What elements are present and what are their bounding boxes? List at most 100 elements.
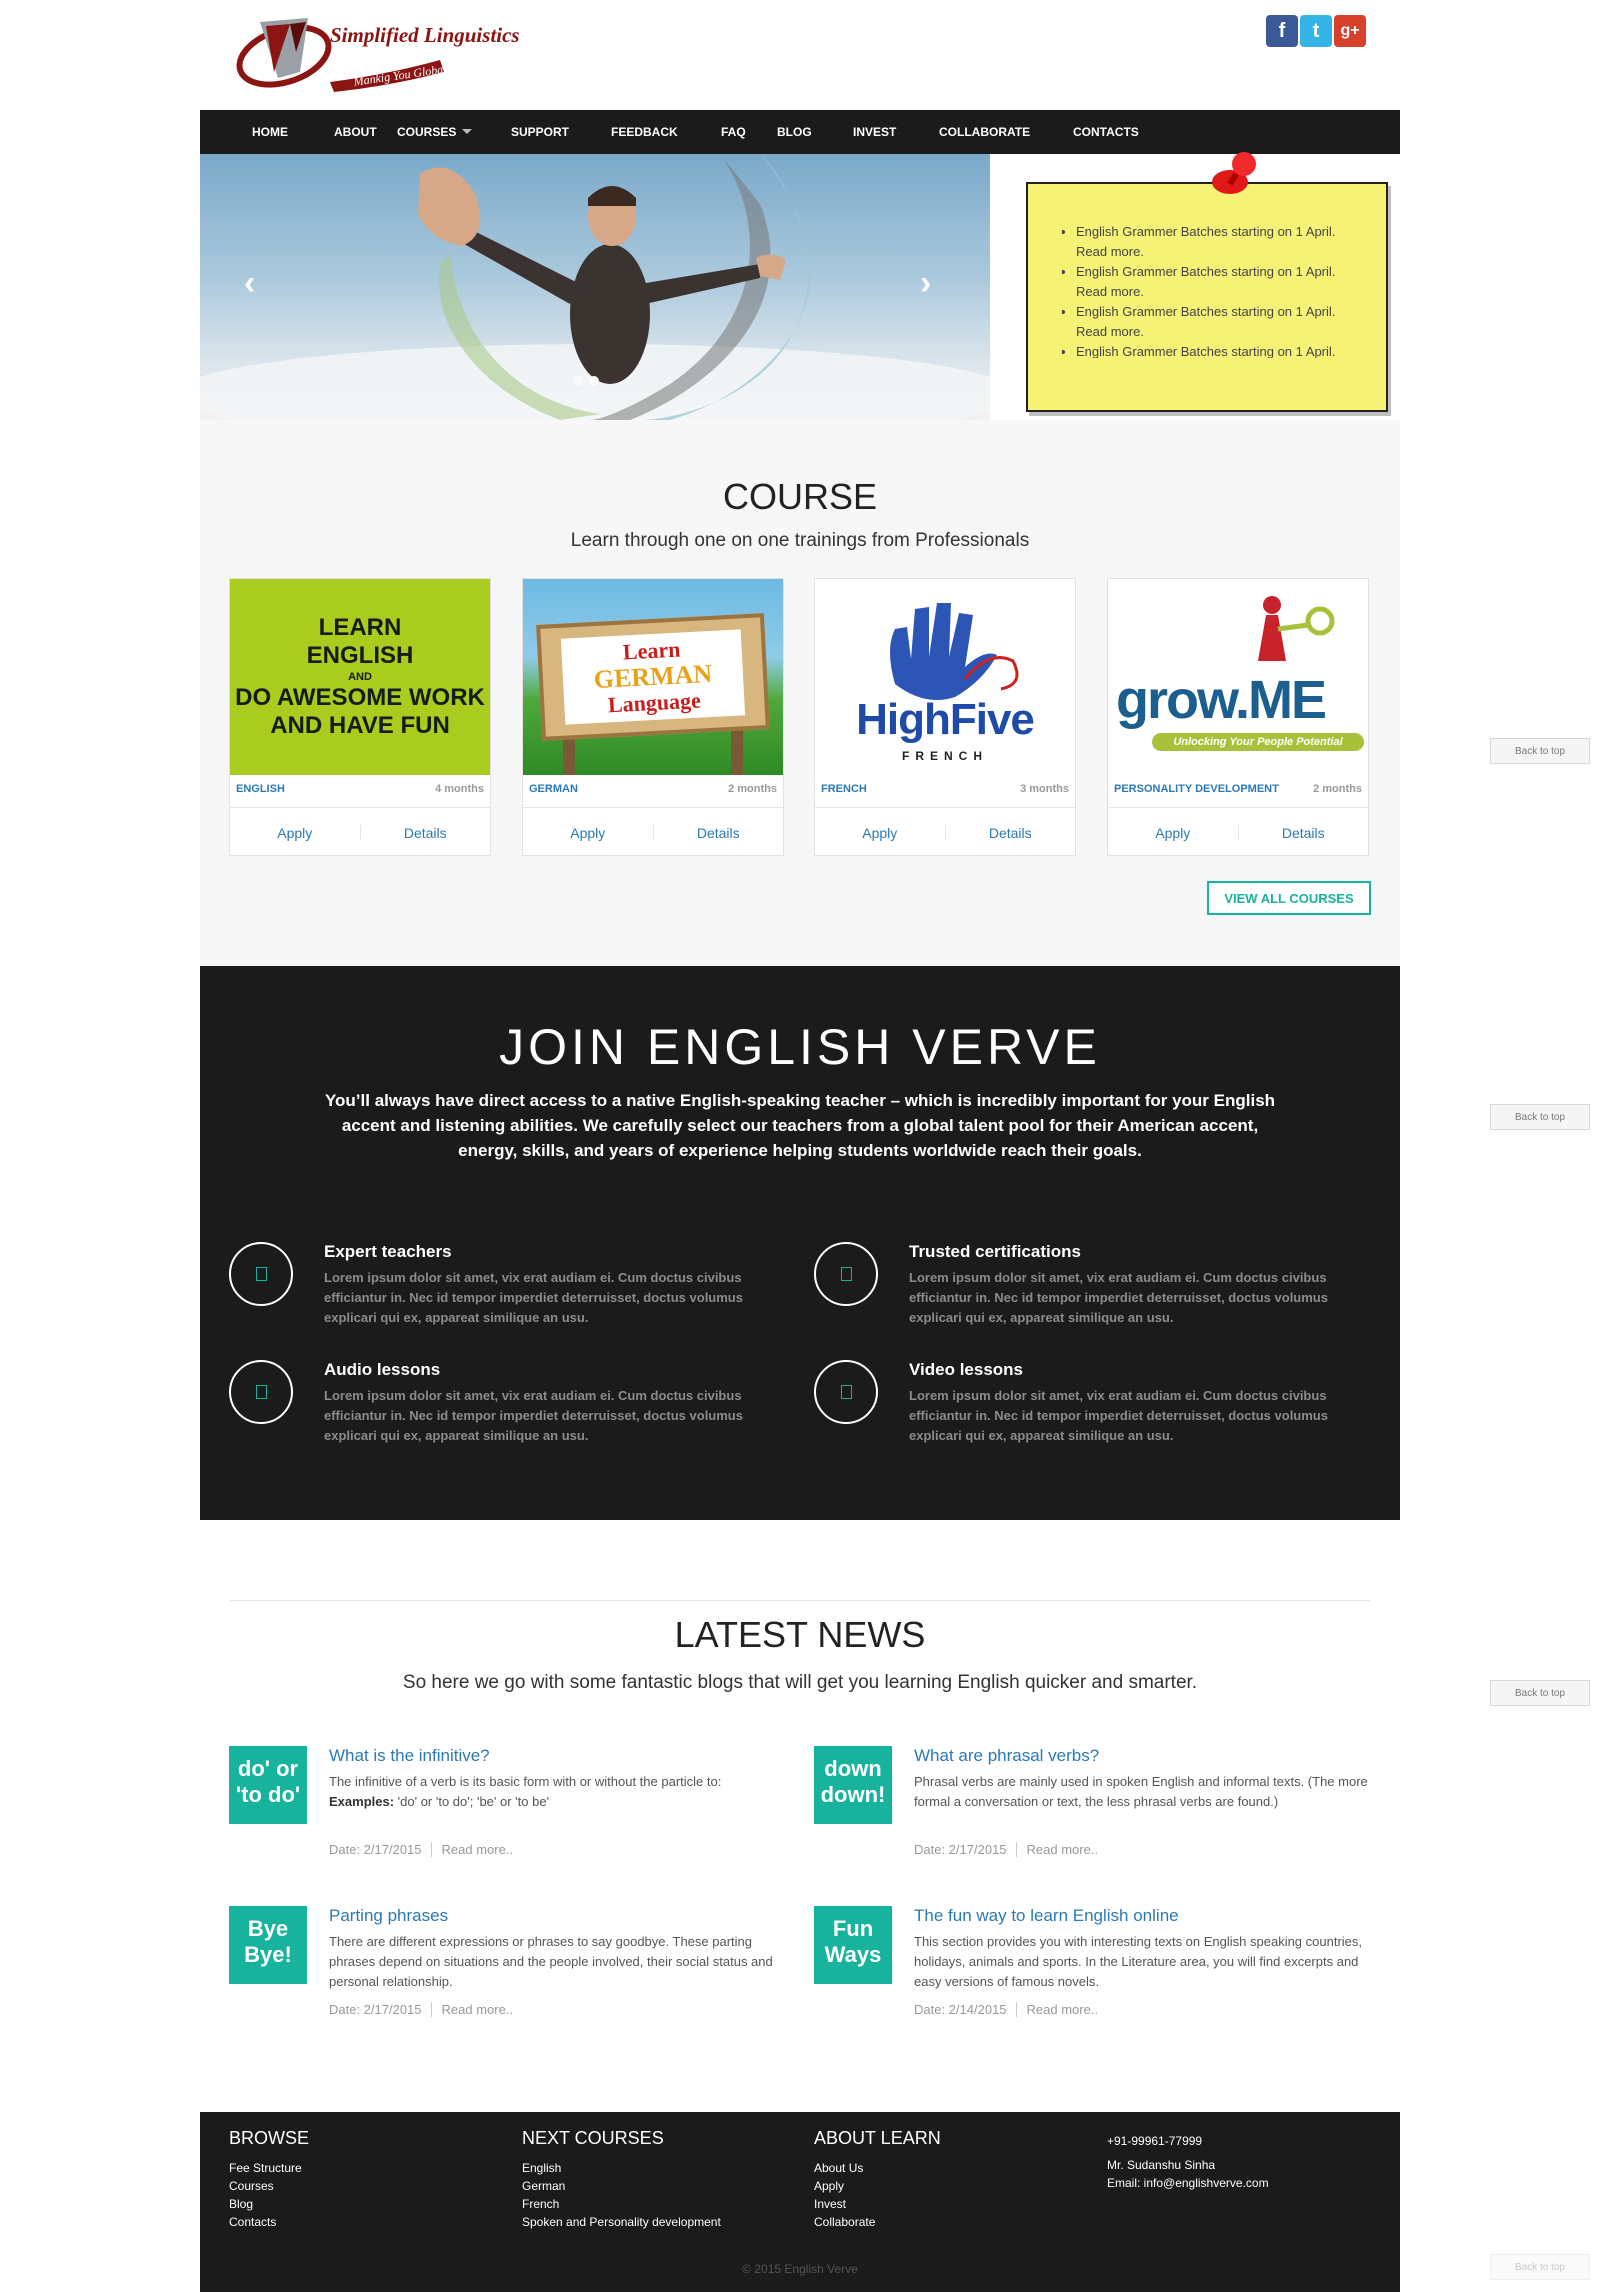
news-title-link[interactable]: Parting phrases — [329, 1906, 448, 1926]
footer-link[interactable]: French — [522, 2195, 721, 2213]
hero-slider[interactable]: ‹ › — [200, 154, 990, 420]
nav-contacts[interactable]: CONTACTS — [1073, 125, 1163, 139]
pushpin-icon — [1212, 152, 1256, 194]
footer-link[interactable]: Fee Structure — [229, 2159, 309, 2177]
course-name[interactable]: FRENCH — [821, 783, 867, 795]
nav-faq[interactable]: FAQ — [721, 125, 777, 139]
news-thumb[interactable]: Bye Bye! — [229, 1906, 307, 1984]
nav-support[interactable]: SUPPORT — [511, 125, 611, 139]
google-plus-icon[interactable]: g+ — [1334, 15, 1366, 47]
footer-link[interactable]: Blog — [229, 2195, 309, 2213]
details-button[interactable]: Details — [1237, 824, 1369, 841]
nav-collaborate[interactable]: COLLABORATE — [939, 125, 1073, 139]
news-item: down down! What are phrasal verbs? Phras… — [814, 1746, 1374, 1886]
footer-browse: BROWSE Fee Structure Courses Blog Contac… — [229, 2128, 309, 2231]
course-thumb[interactable]: Learn GERMAN Language — [523, 579, 783, 775]
feature-text: Lorem ipsum dolor sit amet, vix erat aud… — [909, 1388, 1328, 1443]
notice-item[interactable]: English Grammer Batches starting on 1 Ap… — [1076, 302, 1366, 342]
read-more-link[interactable]: Read more.. — [1015, 2002, 1099, 2017]
course-thumb[interactable]: LEARN ENGLISH AND DO AWESOME WORK AND HA… — [230, 579, 490, 775]
course-actions: Apply Details — [523, 807, 783, 857]
apply-button[interactable]: Apply — [523, 825, 653, 841]
news-item: Bye Bye! Parting phrases There are diffe… — [229, 1906, 789, 2046]
news-excerpt: Phrasal verbs are mainly used in spoken … — [914, 1774, 1368, 1809]
thumb-text: grow. — [1116, 670, 1250, 730]
news-title-link[interactable]: What is the infinitive? — [329, 1746, 490, 1766]
footer-link[interactable]: Contacts — [229, 2213, 309, 2231]
footer-heading: BROWSE — [229, 2128, 310, 2148]
details-button[interactable]: Details — [944, 824, 1076, 841]
divider — [230, 1600, 1370, 1601]
view-all-courses-button[interactable]: VIEW ALL COURSES — [1207, 881, 1371, 915]
slider-prev-icon[interactable]: ‹ — [244, 264, 255, 303]
course-name[interactable]: GERMAN — [529, 783, 578, 795]
slider-next-icon[interactable]: › — [920, 264, 931, 303]
footer-link[interactable]: German — [522, 2177, 721, 2195]
course-card-english: LEARN ENGLISH AND DO AWESOME WORK AND HA… — [229, 578, 491, 856]
notice-item[interactable]: English Grammer Batches starting on 1 Ap… — [1076, 222, 1366, 262]
news-footer: Date: 2/17/2015 Read more.. — [914, 1842, 1099, 1857]
nav-feedback[interactable]: FEEDBACK — [611, 125, 721, 139]
phone-number[interactable]: +91-99961-77999 — [1107, 2132, 1269, 2150]
nav-about[interactable]: ABOUT — [334, 125, 397, 139]
footer-link[interactable]: Apply — [814, 2177, 941, 2195]
slider-dot[interactable] — [573, 376, 583, 386]
course-name[interactable]: PERSONALITY DEVELOPMENT — [1114, 783, 1279, 795]
course-meta: GERMAN 2 months — [529, 783, 777, 797]
course-name[interactable]: ENGLISH — [236, 783, 285, 795]
course-title: COURSE — [722, 476, 878, 517]
back-to-top-button[interactable]: Back to top — [1490, 1680, 1590, 1706]
course-meta: ENGLISH 4 months — [236, 783, 484, 797]
news-item: do' or 'to do' What is the infinitive? T… — [229, 1746, 789, 1886]
back-to-top-button[interactable]: Back to top — [1490, 738, 1590, 764]
read-more-link[interactable]: Read more.. — [1015, 1842, 1099, 1857]
examples-label: Examples: — [329, 1794, 395, 1809]
video-icon — [814, 1360, 878, 1424]
slider-dot-active[interactable] — [589, 376, 599, 386]
twitter-icon[interactable]: t — [1300, 15, 1332, 47]
footer-link[interactable]: About Us — [814, 2159, 941, 2177]
notice-item[interactable]: English Grammer Batches starting on 1 Ap… — [1076, 342, 1366, 358]
back-to-top-button[interactable]: Back to top — [1490, 1104, 1590, 1130]
course-thumb[interactable]: grow.ME Unlocking Your People Potential — [1108, 579, 1368, 775]
news-footer: Date: 2/14/2015 Read more.. — [914, 2002, 1099, 2017]
read-more-link[interactable]: Read more.. — [430, 2002, 514, 2017]
key-figure-icon — [1258, 596, 1335, 661]
course-section: COURSE Learn through one on one training… — [200, 420, 1400, 966]
news-thumb[interactable]: Fun Ways — [814, 1906, 892, 1984]
nav-blog[interactable]: BLOG — [777, 125, 853, 139]
examples-text: 'do' or 'to do'; 'be' or 'to be' — [394, 1794, 550, 1809]
contact-email[interactable]: Email: info@englishverve.com — [1107, 2174, 1269, 2192]
read-more-link[interactable]: Read more.. — [430, 1842, 514, 1857]
news-item: Fun Ways The fun way to learn English on… — [814, 1906, 1374, 2046]
news-thumb[interactable]: down down! — [814, 1746, 892, 1824]
footer-link[interactable]: Collaborate — [814, 2213, 941, 2231]
footer-link[interactable]: Spoken and Personality development — [522, 2213, 721, 2231]
nav-invest[interactable]: INVEST — [853, 125, 939, 139]
join-title: JOIN ENGLISH VERVE — [499, 1019, 1101, 1075]
details-button[interactable]: Details — [652, 824, 784, 841]
news-title-link[interactable]: The fun way to learn English online — [914, 1906, 1179, 1926]
footer-link[interactable]: Courses — [229, 2177, 309, 2195]
nav-courses[interactable]: COURSES — [397, 125, 456, 139]
news-excerpt: There are different expressions or phras… — [329, 1934, 773, 1989]
slider-dots — [573, 376, 599, 386]
apply-button[interactable]: Apply — [1108, 825, 1238, 841]
feature-title: Trusted certifications — [909, 1242, 1081, 1261]
apply-button[interactable]: Apply — [230, 825, 360, 841]
footer-link[interactable]: English — [522, 2159, 721, 2177]
notice-item[interactable]: English Grammer Batches starting on 1 Ap… — [1076, 262, 1366, 302]
footer-link[interactable]: Invest — [814, 2195, 941, 2213]
site-logo[interactable]: Simplified Linguistics Mankig You Global — [230, 12, 540, 97]
thumb-text: Unlocking Your People Potential — [1152, 733, 1364, 751]
news-title-link[interactable]: What are phrasal verbs? — [914, 1746, 1099, 1766]
nav-home[interactable]: HOME — [252, 125, 334, 139]
course-thumb[interactable]: HighFive FRENCH — [815, 579, 1075, 775]
back-to-top-button[interactable]: Back to top — [1490, 2254, 1590, 2280]
news-thumb[interactable]: do' or 'to do' — [229, 1746, 307, 1824]
facebook-icon[interactable]: f — [1266, 15, 1298, 47]
thumb-text: LEARN — [318, 614, 402, 641]
nav-courses-wrap[interactable]: COURSES — [397, 123, 511, 141]
details-button[interactable]: Details — [359, 824, 491, 841]
apply-button[interactable]: Apply — [815, 825, 945, 841]
